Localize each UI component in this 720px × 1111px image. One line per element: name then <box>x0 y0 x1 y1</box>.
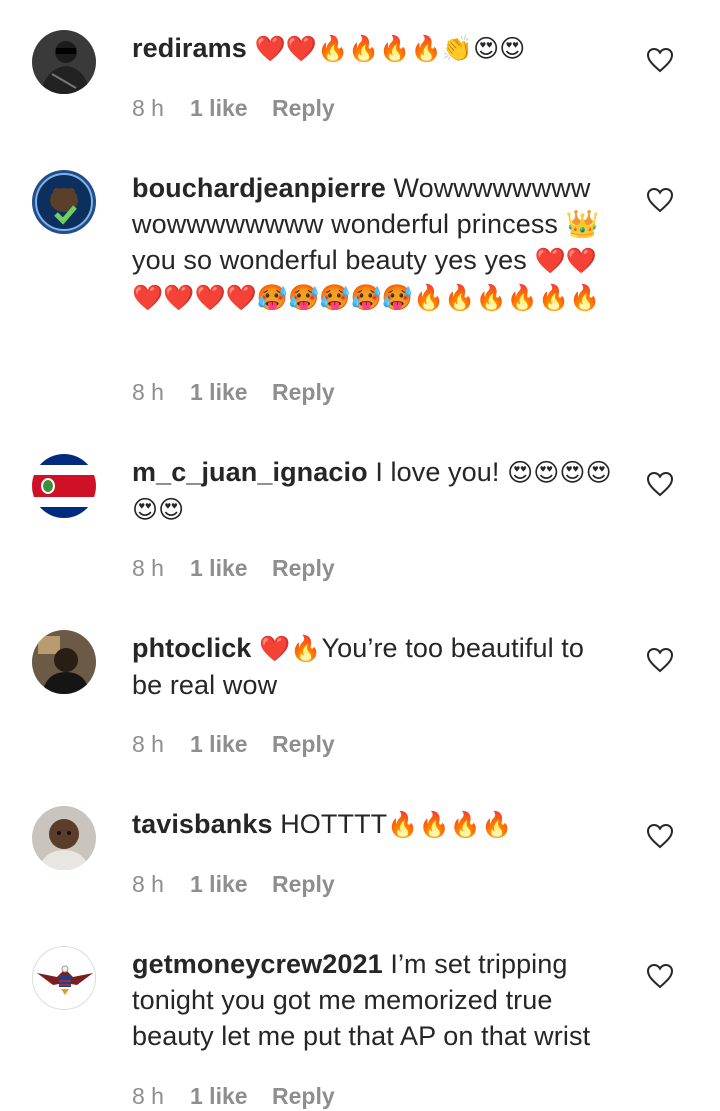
username[interactable]: bouchardjeanpierre <box>132 173 386 203</box>
comment-meta: 8 h 1 like Reply <box>132 729 335 759</box>
heart-outline-icon[interactable] <box>646 471 674 497</box>
timestamp: 8 h <box>132 95 164 121</box>
likes-count[interactable]: 1 like <box>190 1081 272 1111</box>
reply-button[interactable]: Reply <box>272 1081 335 1111</box>
likes-count[interactable]: 1 like <box>190 729 272 759</box>
timestamp: 8 h <box>132 731 164 757</box>
avatar[interactable] <box>32 630 96 694</box>
avatar[interactable] <box>32 806 96 870</box>
likes-count[interactable]: 1 like <box>190 553 272 583</box>
likes-count[interactable]: 1 like <box>190 93 272 123</box>
comment-emoji: ❤️🔥 <box>259 634 322 663</box>
comment-body: getmoneycrew2021 I’m set tripping tonigh… <box>132 946 618 1054</box>
comment-body: redirams ❤️❤️🔥🔥🔥🔥👏😍😍 <box>132 30 618 67</box>
reply-button[interactable]: Reply <box>272 553 335 583</box>
reply-button[interactable]: Reply <box>272 377 335 407</box>
username[interactable]: m_c_juan_ignacio <box>132 457 368 487</box>
reply-button[interactable]: Reply <box>272 93 335 123</box>
comment-meta: 8 h 1 like Reply <box>132 869 335 899</box>
comment-body: phtoclick ❤️🔥You’re too beautiful to be … <box>132 630 618 703</box>
comment-body: m_c_juan_ignacio I love you! 😍😍😍😍😍😍 <box>132 454 618 528</box>
avatar[interactable] <box>32 170 96 234</box>
avatar[interactable] <box>32 454 96 518</box>
comment-text: HOTTTT <box>280 809 388 839</box>
heart-outline-icon[interactable] <box>646 187 674 213</box>
comment-emoji: ❤️❤️🔥🔥🔥🔥👏😍😍 <box>254 34 526 63</box>
timestamp: 8 h <box>132 379 164 405</box>
comment-meta: 8 h 1 like Reply <box>132 377 335 407</box>
comment-text: I love you! <box>375 457 500 487</box>
comment-meta: 8 h 1 like Reply <box>132 93 335 123</box>
comment-body: tavisbanks HOTTTT🔥🔥🔥🔥 <box>132 806 618 843</box>
comment-body: bouchardjeanpierre Wowwwwwwww wowwwwwwww… <box>132 170 618 316</box>
heart-outline-icon[interactable] <box>646 963 674 989</box>
timestamp: 8 h <box>132 1083 164 1109</box>
heart-outline-icon[interactable] <box>646 647 674 673</box>
avatar[interactable] <box>32 30 96 94</box>
comment-meta: 8 h 1 like Reply <box>132 553 335 583</box>
avatar[interactable] <box>32 946 96 1010</box>
comment-meta: 8 h 1 like Reply <box>132 1081 335 1111</box>
username[interactable]: redirams <box>132 33 247 63</box>
reply-button[interactable]: Reply <box>272 729 335 759</box>
username[interactable]: getmoneycrew2021 <box>132 949 383 979</box>
heart-outline-icon[interactable] <box>646 823 674 849</box>
heart-outline-icon[interactable] <box>646 47 674 73</box>
likes-count[interactable]: 1 like <box>190 869 272 899</box>
username[interactable]: phtoclick <box>132 633 251 663</box>
username[interactable]: tavisbanks <box>132 809 273 839</box>
timestamp: 8 h <box>132 871 164 897</box>
comment-emoji: 🔥🔥🔥🔥 <box>387 810 513 839</box>
likes-count[interactable]: 1 like <box>190 377 272 407</box>
timestamp: 8 h <box>132 555 164 581</box>
reply-button[interactable]: Reply <box>272 869 335 899</box>
